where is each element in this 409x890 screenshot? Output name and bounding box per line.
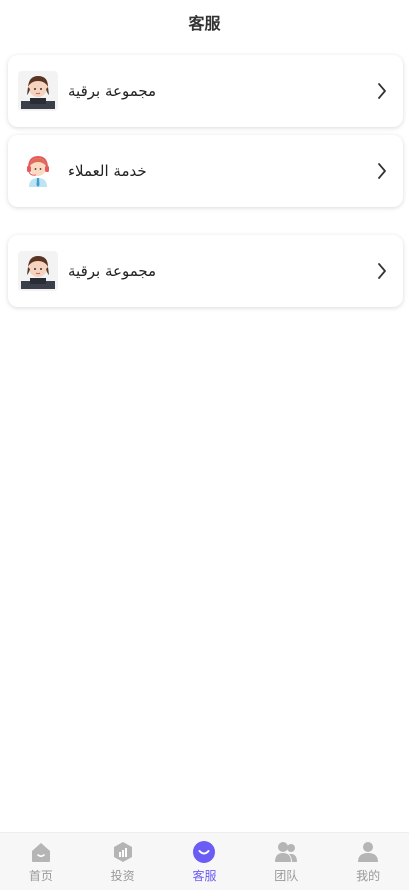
page-title: 客服 — [188, 14, 221, 33]
invest-icon — [111, 840, 135, 864]
tab-label: 客服 — [192, 868, 217, 883]
tab-label: 投资 — [110, 868, 135, 883]
tab-label: 我的 — [356, 868, 381, 883]
page: 客服 مجموعة برقية خدمة العملاء مجموعة برقي… — [0, 0, 409, 890]
agent-avatar-icon — [18, 251, 58, 291]
profile-icon — [356, 840, 380, 864]
telegram-group-card[interactable]: مجموعة برقية — [8, 55, 403, 127]
tab-home[interactable]: 首页 — [11, 840, 71, 884]
tab-profile[interactable]: 我的 — [338, 840, 398, 884]
team-icon — [274, 840, 298, 864]
telegram-group-card[interactable]: مجموعة برقية — [8, 235, 403, 307]
headset-agent-icon — [18, 151, 58, 191]
tab-service[interactable]: 客服 — [174, 840, 234, 884]
chevron-right-icon — [375, 262, 389, 280]
agent-avatar-icon — [18, 71, 58, 111]
chevron-right-icon — [375, 82, 389, 100]
header: 客服 — [0, 0, 409, 44]
tab-team[interactable]: 团队 — [256, 840, 316, 884]
service-icon — [192, 840, 216, 864]
bottom-tab-bar: 首页 投资 客服 团队 我的 — [0, 832, 409, 890]
card-label: مجموعة برقية — [68, 262, 157, 280]
tab-label: 首页 — [28, 868, 53, 883]
card-label: مجموعة برقية — [68, 82, 157, 100]
tab-invest[interactable]: 投资 — [93, 840, 153, 884]
customer-service-card[interactable]: خدمة العملاء — [8, 135, 403, 207]
chevron-right-icon — [375, 162, 389, 180]
card-label: خدمة العملاء — [68, 162, 147, 180]
tab-label: 团队 — [274, 868, 299, 883]
home-icon — [29, 840, 53, 864]
